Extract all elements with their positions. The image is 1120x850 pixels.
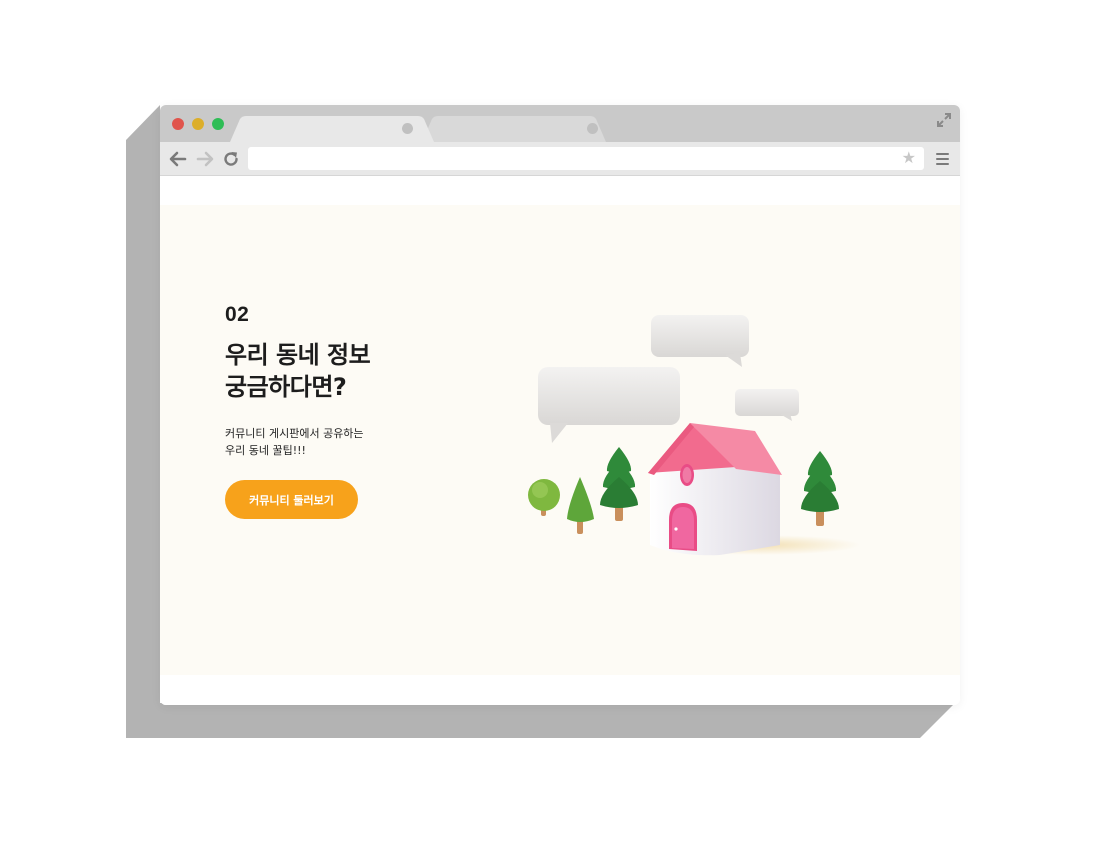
pine-tree-right	[801, 451, 839, 526]
page-content: 02 우리 동네 정보 궁금하다면? 커뮤니티 게시판에서 공유하는 우리 동네…	[160, 176, 960, 705]
reload-icon[interactable]	[222, 150, 240, 168]
forward-icon[interactable]	[196, 150, 214, 168]
tab-inactive	[422, 116, 606, 142]
description-line: 커뮤니티 게시판에서 공유하는	[225, 427, 364, 440]
pine-tree-left	[600, 447, 638, 521]
toolbar: ★	[160, 142, 960, 176]
round-tree	[528, 479, 560, 516]
back-icon[interactable]	[169, 150, 187, 168]
cone-tree	[567, 477, 594, 534]
stage: ★ 02 우리 동네 정보 궁금하다면? 커뮤니티 게시판에서 공유하는 우리 …	[0, 0, 1120, 850]
title-line: 궁금하다면?	[225, 373, 347, 401]
description: 커뮤니티 게시판에서 공유하는 우리 동네 꿀팁!!!	[225, 425, 485, 459]
title-bar	[160, 105, 960, 142]
house	[648, 423, 782, 556]
menu-icon[interactable]	[936, 153, 949, 165]
expand-icon[interactable]	[936, 112, 952, 128]
section-number: 02	[225, 303, 250, 326]
browse-community-button[interactable]: 커뮤니티 둘러보기	[225, 480, 358, 519]
speech-bubble-small	[735, 389, 799, 421]
browser-window: ★ 02 우리 동네 정보 궁금하다면? 커뮤니티 게시판에서 공유하는 우리 …	[160, 105, 960, 705]
hero-section: 02 우리 동네 정보 궁금하다면? 커뮤니티 게시판에서 공유하는 우리 동네…	[160, 205, 960, 675]
tab-close-icon[interactable]	[587, 123, 598, 134]
description-line: 우리 동네 꿀팁!!!	[225, 444, 306, 457]
speech-bubble-top	[651, 315, 749, 367]
address-bar[interactable]: ★	[248, 147, 924, 170]
page-title: 우리 동네 정보 궁금하다면?	[225, 339, 485, 403]
star-icon[interactable]: ★	[902, 150, 916, 166]
tab-close-icon[interactable]	[402, 123, 413, 134]
title-line: 우리 동네 정보	[225, 341, 371, 369]
speech-bubble-left	[538, 367, 680, 443]
tab-bar	[230, 116, 606, 142]
house-illustration	[528, 315, 860, 556]
